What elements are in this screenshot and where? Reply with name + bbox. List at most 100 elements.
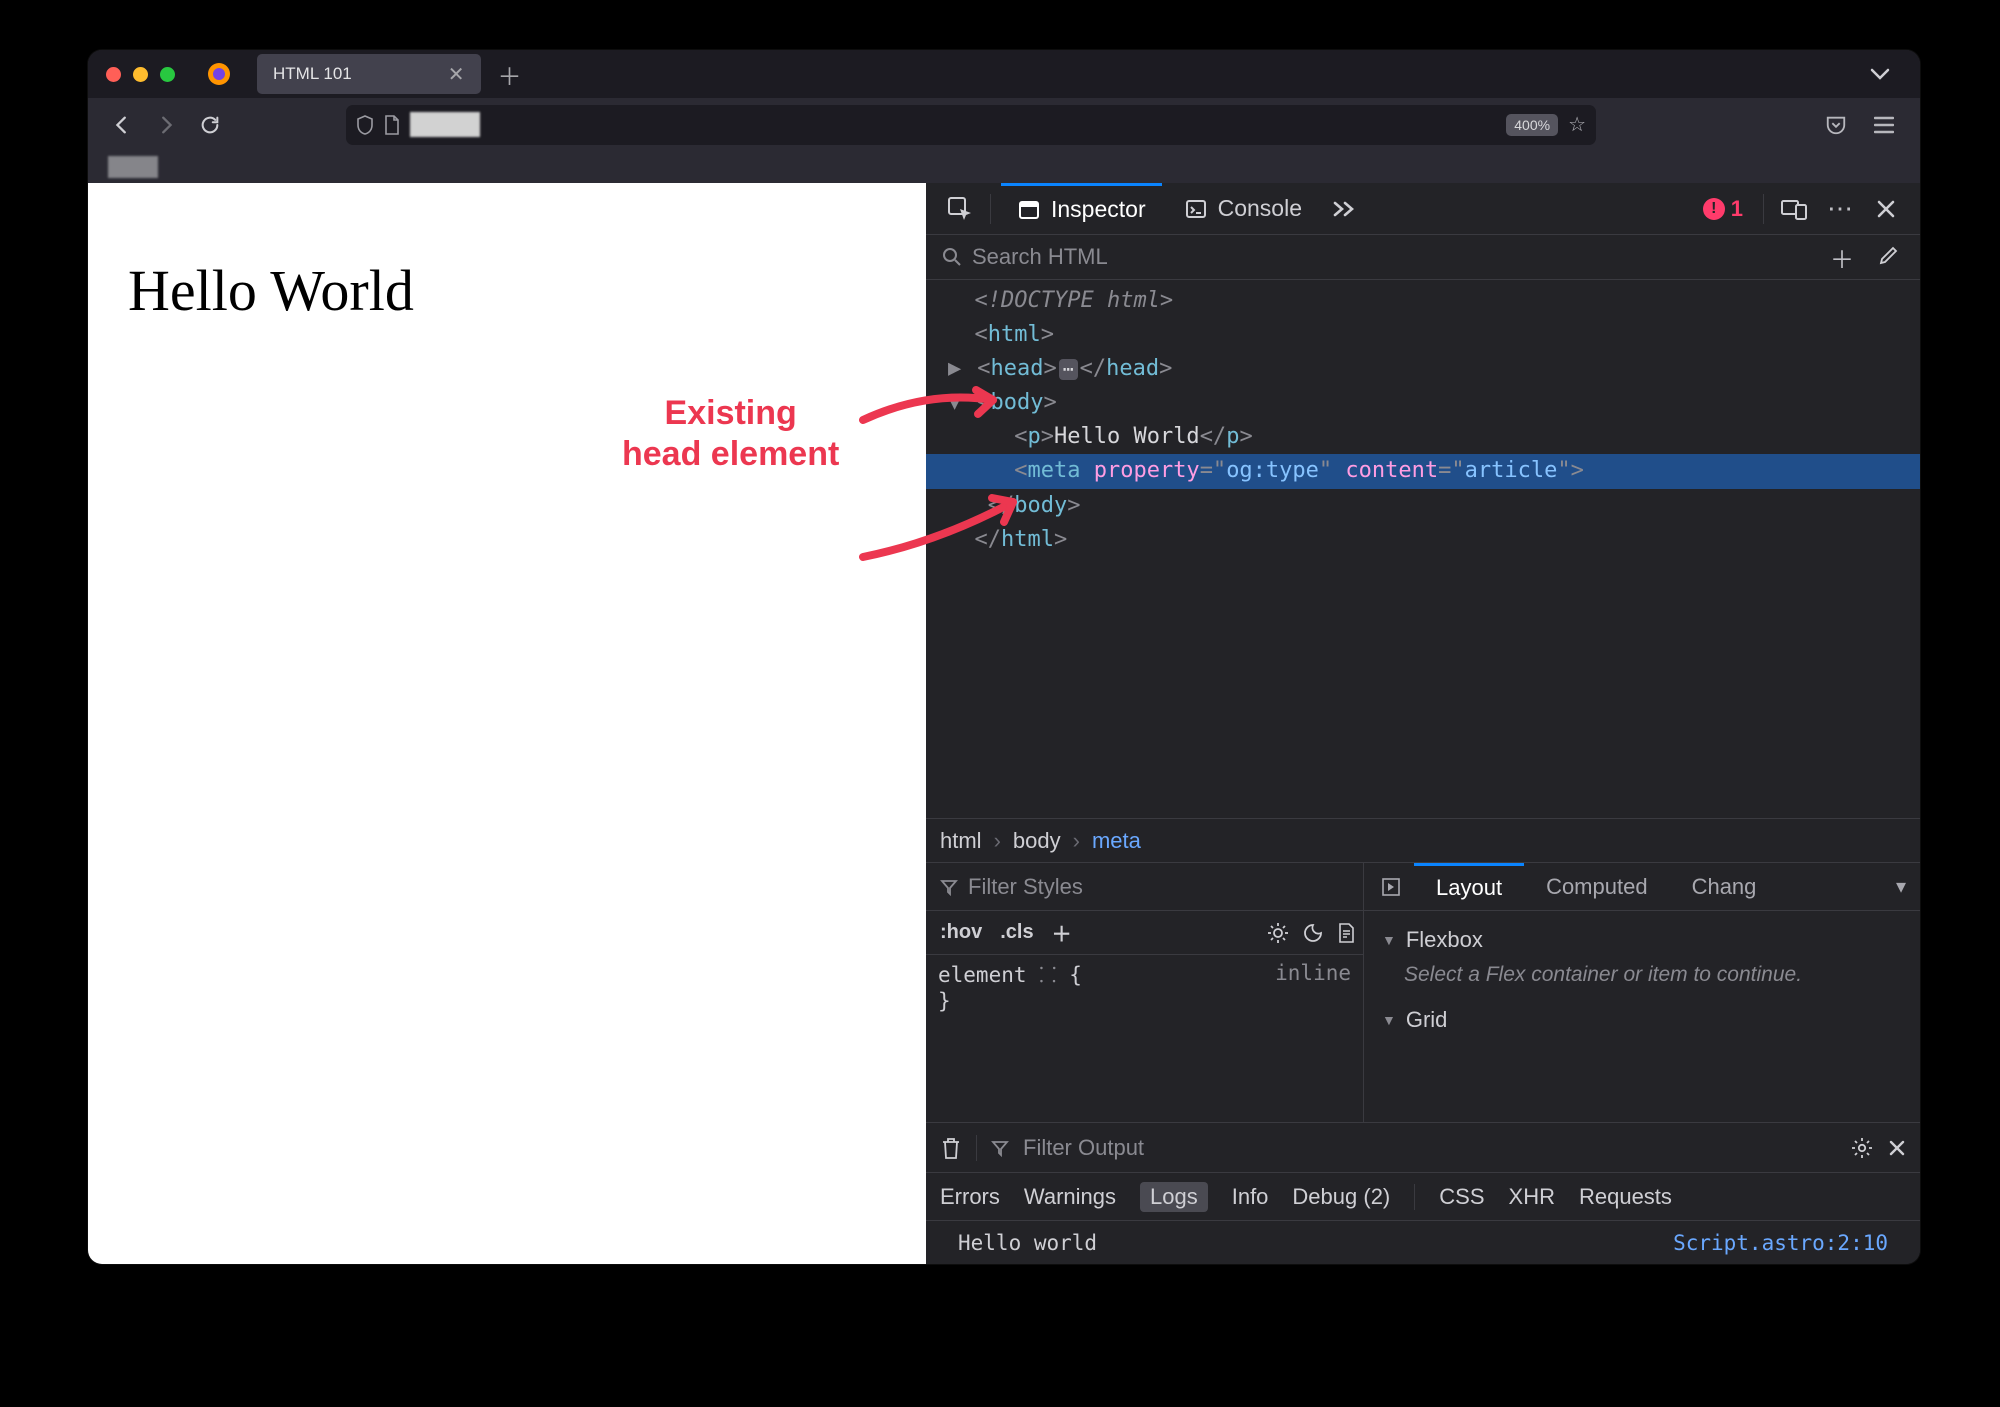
clear-console-button[interactable] [940,1136,962,1160]
console-tab[interactable]: Console [1168,183,1318,234]
breadcrumb-item[interactable]: body [1013,828,1061,854]
reload-button[interactable] [192,107,228,143]
forward-button[interactable] [148,107,184,143]
content-area: Hello World Existing head element [88,183,1920,1264]
annotation-arrow-icon [858,380,1008,440]
add-node-button[interactable]: ＋ [1824,240,1860,275]
triangle-down-icon: ▼ [1382,1012,1396,1028]
overflow-caret-icon[interactable]: ▾ [1896,874,1916,899]
breadcrumb: html › body › meta [926,818,1920,862]
page-icon [384,115,400,135]
filter-debug[interactable]: Debug (2) [1292,1184,1390,1210]
inline-source-label: inline [1275,961,1351,985]
dom-node-meta-selected[interactable]: <meta property="og:type" content="articl… [926,454,1920,488]
console-message-source[interactable]: Script.astro:2:10 [1673,1231,1888,1255]
maximize-window-button[interactable] [160,67,175,82]
flexbox-section-header[interactable]: ▼ Flexbox [1382,921,1902,959]
layout-subtab-changes[interactable]: Chang [1670,863,1779,910]
back-button[interactable] [104,107,140,143]
new-tab-button[interactable]: ＋ [493,57,527,91]
element-picker-button[interactable] [940,189,980,229]
pocket-icon[interactable] [1816,105,1856,145]
dom-node-html[interactable]: <html> [926,318,1920,352]
filter-icon [940,878,958,896]
responsive-mode-button[interactable] [1774,189,1814,229]
dom-tree[interactable]: <!DOCTYPE html> <html> ▶ <head>⋯</head> … [926,280,1920,818]
console-toolbar: Filter Output [926,1122,1920,1172]
minimize-window-button[interactable] [133,67,148,82]
dom-node-doctype[interactable]: <!DOCTYPE html> [926,284,1920,318]
annotation-arrow-icon [858,472,1028,572]
filter-errors[interactable]: Errors [940,1184,1000,1210]
bookmark-redacted[interactable] [108,156,158,178]
close-split-console-button[interactable] [1888,1139,1906,1157]
dom-node-body-open[interactable]: ▼ <body> [926,386,1920,420]
filter-css[interactable]: CSS [1439,1184,1484,1210]
styles-toggles: :hov .cls ＋ [926,911,1363,955]
filter-requests[interactable]: Requests [1579,1184,1672,1210]
bookmark-strip [88,151,1920,183]
more-tabs-button[interactable] [1324,189,1364,229]
inspector-icon [1017,198,1041,222]
url-bar[interactable]: 400% ☆ [346,105,1596,145]
layout-subtab-computed[interactable]: Computed [1524,863,1670,910]
expand-pane-button[interactable] [1368,863,1414,910]
light-mode-icon[interactable] [1267,922,1289,944]
filter-icon [991,1139,1009,1157]
hov-toggle[interactable]: :hov [934,919,988,946]
address-toolbar: 400% ☆ [88,98,1920,151]
chevron-right-icon: › [994,828,1001,854]
layout-body: ▼ Flexbox Select a Flex container or ite… [1364,911,1920,1122]
close-tab-button[interactable]: ✕ [442,60,471,89]
zoom-badge[interactable]: 400% [1506,114,1558,136]
page-heading: Hello World [128,257,886,324]
dom-node-body-close[interactable]: </body> [926,489,1920,523]
shield-icon [356,115,374,135]
breadcrumb-item-current[interactable]: meta [1092,828,1141,854]
tabs-dropdown-button[interactable] [1860,64,1900,84]
layout-tabs: Layout Computed Chang ▾ [1364,863,1920,911]
devtools-panel: Inspector Console ! 1 [926,183,1920,1264]
console-filter-row: Errors Warnings Logs Info Debug (2) CSS … [926,1172,1920,1220]
filter-xhr[interactable]: XHR [1509,1184,1555,1210]
layout-pane: Layout Computed Chang ▾ ▼ Flexbox Select… [1364,863,1920,1122]
add-rule-button[interactable]: ＋ [1046,916,1078,949]
breadcrumb-item[interactable]: html [940,828,982,854]
print-media-icon[interactable] [1337,923,1355,943]
browser-tab[interactable]: HTML 101 ✕ [257,54,481,94]
app-menu-button[interactable] [1864,105,1904,145]
styles-filter-input[interactable]: Filter Styles [968,874,1083,900]
flexbox-empty-hint: Select a Flex container or item to conti… [1382,959,1822,1001]
dom-node-head[interactable]: ▶ <head>⋯</head> [926,352,1920,386]
styles-rules[interactable]: element ⸬ { } inline [926,955,1363,1122]
html-search-input[interactable]: Search HTML [972,244,1108,270]
error-count-badge[interactable]: ! 1 [1703,196,1743,222]
close-devtools-button[interactable] [1866,189,1906,229]
bookmark-star-icon[interactable]: ☆ [1568,112,1586,137]
devtools-menu-button[interactable]: ⋯ [1820,189,1860,229]
dark-mode-icon[interactable] [1295,923,1331,943]
cls-toggle[interactable]: .cls [994,919,1039,946]
filter-warnings[interactable]: Warnings [1024,1184,1116,1210]
grid-section-header[interactable]: ▼ Grid [1382,1001,1902,1039]
inspector-tab[interactable]: Inspector [1001,183,1162,234]
triangle-down-icon: ▼ [1382,932,1396,948]
console-message-row[interactable]: Hello world Script.astro:2:10 [926,1220,1920,1264]
filter-info[interactable]: Info [1232,1184,1269,1210]
console-icon [1184,197,1208,221]
styles-filter-bar: Filter Styles [926,863,1363,911]
console-settings-button[interactable] [1850,1136,1874,1160]
console-filter-input[interactable]: Filter Output [1023,1135,1144,1161]
dom-node-p[interactable]: <p>Hello World</p> [926,420,1920,454]
layout-subtab-layout[interactable]: Layout [1414,863,1524,910]
devtools-toolbar: Inspector Console ! 1 [926,183,1920,235]
eyedropper-button[interactable] [1870,246,1904,268]
dom-node-html-close[interactable]: </html> [926,523,1920,557]
window-controls [106,67,175,82]
annotation-label: Existing head element [622,393,839,475]
filter-logs[interactable]: Logs [1140,1182,1208,1212]
close-window-button[interactable] [106,67,121,82]
error-icon: ! [1703,198,1725,220]
browser-window: HTML 101 ✕ ＋ 400% ☆ [88,50,1920,1264]
html-search-bar: Search HTML ＋ [926,235,1920,280]
